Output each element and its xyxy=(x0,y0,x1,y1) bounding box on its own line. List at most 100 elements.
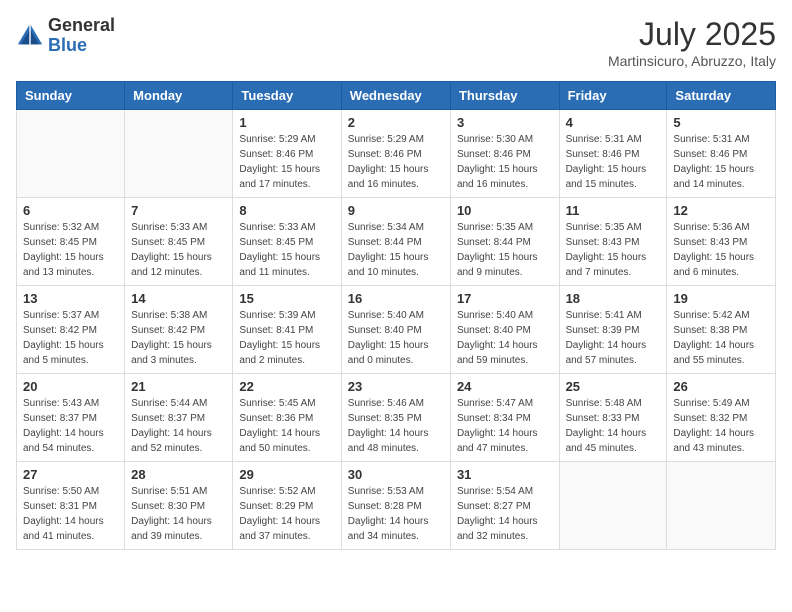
day-cell-2-5: 18Sunrise: 5:41 AM Sunset: 8:39 PM Dayli… xyxy=(559,286,667,374)
day-cell-4-0: 27 Sunrise: 5:50 AM Sunset: 8:31 PM Dayli… xyxy=(17,462,125,550)
day-detail: Sunrise: 5:46 AM Sunset: 8:35 PM Dayligh… xyxy=(348,396,444,456)
day-cell-0-2: 1 Sunrise: 5:29 AM Sunset: 8:46 PM Daylig… xyxy=(233,110,341,198)
month-year: July 2025 xyxy=(608,16,776,53)
col-monday: Monday xyxy=(125,82,233,110)
day-cell-1-5: 11 Sunrise: 5:35 AM Sunset: 8:43 PM Dayli… xyxy=(559,198,667,286)
day-cell-3-0: 20Sunrise: 5:43 AM Sunset: 8:37 PM Dayli… xyxy=(17,374,125,462)
day-detail: Sunrise: 5:31 AM Sunset: 8:46 PM Dayligh… xyxy=(673,132,769,192)
day-number: 16 xyxy=(348,291,444,306)
week-row-2: 6Sunrise: 5:32 AM Sunset: 8:45 PM Daylig… xyxy=(17,198,776,286)
logo-general: General xyxy=(48,15,115,35)
col-tuesday: Tuesday xyxy=(233,82,341,110)
day-cell-2-2: 15 Sunrise: 5:39 AM Sunset: 8:41 PM Dayli… xyxy=(233,286,341,374)
day-cell-0-1 xyxy=(125,110,233,198)
day-cell-2-3: 16 Sunrise: 5:40 AM Sunset: 8:40 PM Dayli… xyxy=(341,286,450,374)
day-detail: Sunrise: 5:40 AM Sunset: 8:40 PM Dayligh… xyxy=(457,308,553,368)
day-cell-1-0: 6Sunrise: 5:32 AM Sunset: 8:45 PM Daylig… xyxy=(17,198,125,286)
day-number: 13 xyxy=(23,291,118,306)
logo-text: General Blue xyxy=(48,16,115,56)
day-detail: Sunrise: 5:29 AM Sunset: 8:46 PM Dayligh… xyxy=(239,132,334,192)
day-detail: Sunrise: 5:45 AM Sunset: 8:36 PM Dayligh… xyxy=(239,396,334,456)
day-detail: Sunrise: 5:47 AM Sunset: 8:34 PM Dayligh… xyxy=(457,396,553,456)
day-cell-1-2: 8 Sunrise: 5:33 AM Sunset: 8:45 PM Daylig… xyxy=(233,198,341,286)
day-detail: Sunrise: 5:39 AM Sunset: 8:41 PM Dayligh… xyxy=(239,308,334,368)
day-detail: Sunrise: 5:52 AM Sunset: 8:29 PM Dayligh… xyxy=(239,484,334,544)
day-detail: Sunrise: 5:48 AM Sunset: 8:33 PM Dayligh… xyxy=(566,396,661,456)
day-number: 11 xyxy=(566,203,661,218)
day-number: 15 xyxy=(239,291,334,306)
day-detail: Sunrise: 5:30 AM Sunset: 8:46 PM Dayligh… xyxy=(457,132,553,192)
day-cell-2-1: 14Sunrise: 5:38 AM Sunset: 8:42 PM Dayli… xyxy=(125,286,233,374)
day-number: 5 xyxy=(673,115,769,130)
day-cell-4-2: 29 Sunrise: 5:52 AM Sunset: 8:29 PM Dayli… xyxy=(233,462,341,550)
day-number: 31 xyxy=(457,467,553,482)
col-wednesday: Wednesday xyxy=(341,82,450,110)
day-detail: Sunrise: 5:35 AM Sunset: 8:44 PM Dayligh… xyxy=(457,220,553,280)
day-detail: Sunrise: 5:50 AM Sunset: 8:31 PM Dayligh… xyxy=(23,484,118,544)
day-number: 26 xyxy=(673,379,769,394)
day-cell-3-6: 26 Sunrise: 5:49 AM Sunset: 8:32 PM Dayli… xyxy=(667,374,776,462)
day-cell-0-5: 4 Sunrise: 5:31 AM Sunset: 8:46 PM Daylig… xyxy=(559,110,667,198)
day-detail: Sunrise: 5:36 AM Sunset: 8:43 PM Dayligh… xyxy=(673,220,769,280)
day-detail: Sunrise: 5:31 AM Sunset: 8:46 PM Dayligh… xyxy=(566,132,661,192)
day-detail: Sunrise: 5:34 AM Sunset: 8:44 PM Dayligh… xyxy=(348,220,444,280)
day-cell-1-6: 12 Sunrise: 5:36 AM Sunset: 8:43 PM Dayli… xyxy=(667,198,776,286)
day-detail: Sunrise: 5:42 AM Sunset: 8:38 PM Dayligh… xyxy=(673,308,769,368)
day-detail: Sunrise: 5:43 AM Sunset: 8:37 PM Dayligh… xyxy=(23,396,118,456)
logo: General Blue xyxy=(16,16,115,56)
week-row-3: 13Sunrise: 5:37 AM Sunset: 8:42 PM Dayli… xyxy=(17,286,776,374)
day-number: 21 xyxy=(131,379,226,394)
col-friday: Friday xyxy=(559,82,667,110)
day-cell-3-3: 23 Sunrise: 5:46 AM Sunset: 8:35 PM Dayli… xyxy=(341,374,450,462)
day-cell-4-1: 28Sunrise: 5:51 AM Sunset: 8:30 PM Dayli… xyxy=(125,462,233,550)
day-cell-0-6: 5 Sunrise: 5:31 AM Sunset: 8:46 PM Daylig… xyxy=(667,110,776,198)
week-row-5: 27 Sunrise: 5:50 AM Sunset: 8:31 PM Dayli… xyxy=(17,462,776,550)
day-number: 6 xyxy=(23,203,118,218)
day-detail: Sunrise: 5:40 AM Sunset: 8:40 PM Dayligh… xyxy=(348,308,444,368)
col-thursday: Thursday xyxy=(450,82,559,110)
day-number: 1 xyxy=(239,115,334,130)
day-cell-2-6: 19Sunrise: 5:42 AM Sunset: 8:38 PM Dayli… xyxy=(667,286,776,374)
day-number: 25 xyxy=(566,379,661,394)
page-header: General Blue July 2025 Martinsicuro, Abr… xyxy=(16,16,776,69)
day-number: 22 xyxy=(239,379,334,394)
day-detail: Sunrise: 5:54 AM Sunset: 8:27 PM Dayligh… xyxy=(457,484,553,544)
day-number: 9 xyxy=(348,203,444,218)
day-number: 4 xyxy=(566,115,661,130)
day-number: 28 xyxy=(131,467,226,482)
day-cell-0-0 xyxy=(17,110,125,198)
day-cell-1-1: 7 Sunrise: 5:33 AM Sunset: 8:45 PM Daylig… xyxy=(125,198,233,286)
day-detail: Sunrise: 5:35 AM Sunset: 8:43 PM Dayligh… xyxy=(566,220,661,280)
day-number: 8 xyxy=(239,203,334,218)
day-cell-0-3: 2Sunrise: 5:29 AM Sunset: 8:46 PM Daylig… xyxy=(341,110,450,198)
day-detail: Sunrise: 5:33 AM Sunset: 8:45 PM Dayligh… xyxy=(239,220,334,280)
day-detail: Sunrise: 5:29 AM Sunset: 8:46 PM Dayligh… xyxy=(348,132,444,192)
day-number: 24 xyxy=(457,379,553,394)
col-saturday: Saturday xyxy=(667,82,776,110)
day-cell-1-4: 10Sunrise: 5:35 AM Sunset: 8:44 PM Dayli… xyxy=(450,198,559,286)
title-section: July 2025 Martinsicuro, Abruzzo, Italy xyxy=(608,16,776,69)
day-detail: Sunrise: 5:49 AM Sunset: 8:32 PM Dayligh… xyxy=(673,396,769,456)
day-detail: Sunrise: 5:44 AM Sunset: 8:37 PM Dayligh… xyxy=(131,396,226,456)
day-cell-0-4: 3 Sunrise: 5:30 AM Sunset: 8:46 PM Daylig… xyxy=(450,110,559,198)
day-number: 3 xyxy=(457,115,553,130)
day-number: 14 xyxy=(131,291,226,306)
day-number: 12 xyxy=(673,203,769,218)
day-number: 7 xyxy=(131,203,226,218)
day-cell-1-3: 9 Sunrise: 5:34 AM Sunset: 8:44 PM Daylig… xyxy=(341,198,450,286)
day-cell-2-4: 17Sunrise: 5:40 AM Sunset: 8:40 PM Dayli… xyxy=(450,286,559,374)
day-cell-3-4: 24 Sunrise: 5:47 AM Sunset: 8:34 PM Dayli… xyxy=(450,374,559,462)
day-number: 29 xyxy=(239,467,334,482)
day-number: 30 xyxy=(348,467,444,482)
day-number: 23 xyxy=(348,379,444,394)
week-row-1: 1 Sunrise: 5:29 AM Sunset: 8:46 PM Daylig… xyxy=(17,110,776,198)
day-cell-4-3: 30Sunrise: 5:53 AM Sunset: 8:28 PM Dayli… xyxy=(341,462,450,550)
day-cell-3-5: 25 Sunrise: 5:48 AM Sunset: 8:33 PM Dayli… xyxy=(559,374,667,462)
day-number: 27 xyxy=(23,467,118,482)
day-cell-3-2: 22 Sunrise: 5:45 AM Sunset: 8:36 PM Dayli… xyxy=(233,374,341,462)
day-number: 18 xyxy=(566,291,661,306)
logo-icon xyxy=(16,22,44,50)
day-cell-4-6 xyxy=(667,462,776,550)
day-cell-4-5 xyxy=(559,462,667,550)
day-detail: Sunrise: 5:33 AM Sunset: 8:45 PM Dayligh… xyxy=(131,220,226,280)
